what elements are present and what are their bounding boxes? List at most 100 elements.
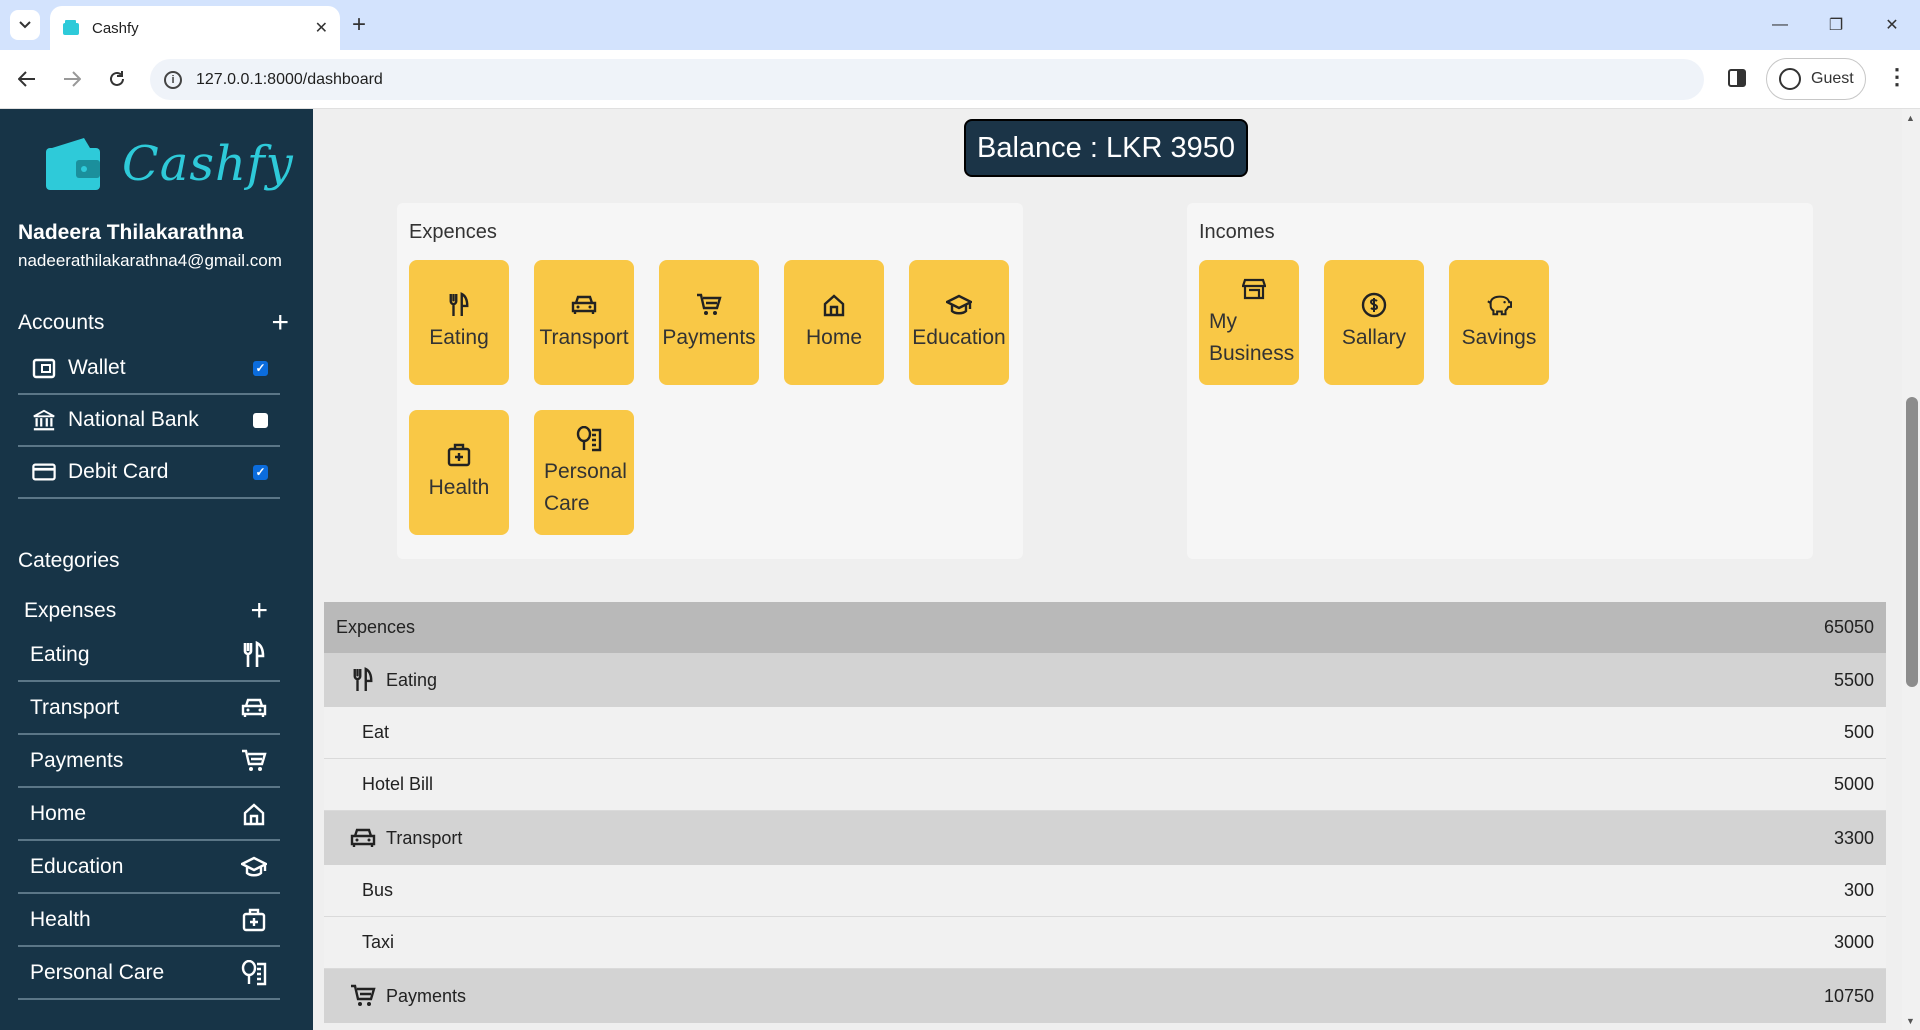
add-expense-category-icon[interactable]: + <box>250 596 268 626</box>
scroll-up-icon[interactable]: ▲ <box>1906 113 1915 123</box>
tile-label: Eating <box>429 325 489 349</box>
add-account-icon[interactable]: + <box>271 308 289 338</box>
group-label: Eating <box>386 669 438 690</box>
categories-heading: Categories <box>18 549 120 572</box>
group-label: Payments <box>386 985 467 1006</box>
accounts-header: Accounts + <box>18 308 295 338</box>
profile-button[interactable]: Guest <box>1766 58 1866 100</box>
main-content: Balance : LKR 3950 Expences Eating Trans… <box>313 109 1920 1030</box>
tile-sallary[interactable]: Sallary <box>1324 260 1424 385</box>
tile-savings[interactable]: Savings <box>1449 260 1549 385</box>
category-label: Education <box>30 854 124 878</box>
home-icon <box>240 800 268 828</box>
forward-button[interactable] <box>59 66 85 92</box>
sidebar-item-education[interactable]: Education <box>18 841 280 894</box>
account-item-debit-card[interactable]: Debit Card <box>18 447 280 499</box>
personal-care-icon <box>576 425 602 452</box>
tile-label: My Business <box>1209 309 1295 365</box>
item-value: 3000 <box>1833 932 1874 952</box>
medical-kit-icon <box>446 442 472 468</box>
sidebar-item-personal-care[interactable]: Personal Care <box>18 947 280 1000</box>
address-bar[interactable]: i 127.0.0.1:8000/dashboard <box>150 59 1704 100</box>
scroll-down-icon[interactable]: ▼ <box>1906 1016 1915 1026</box>
browser-menu-icon[interactable]: ⋮ <box>1886 64 1908 90</box>
sidebar-item-eating[interactable]: Eating <box>18 629 280 682</box>
table-row[interactable]: Bus 300 <box>324 865 1886 917</box>
browser-tab-strip: Cashfy ✕ + — ❐ ✕ <box>0 0 1920 50</box>
tab-search-button[interactable] <box>10 10 40 40</box>
tile-transport[interactable]: Transport <box>534 260 634 385</box>
expences-panel-title: Expences <box>409 221 497 243</box>
tile-label: Sallary <box>1341 325 1407 349</box>
sidebar-item-health[interactable]: Health <box>18 894 280 947</box>
user-name: Nadeera Thilakarathna <box>18 221 244 244</box>
balance-display: Balance : LKR 3950 <box>964 119 1248 177</box>
graduation-cap-icon <box>240 853 268 881</box>
tile-label: Health <box>428 475 490 499</box>
table-row-group-payments[interactable]: Payments 10750 <box>324 969 1886 1023</box>
tile-health[interactable]: Health <box>409 410 509 535</box>
group-value: 5500 <box>1833 669 1874 690</box>
item-label: Eat <box>362 722 390 742</box>
item-value: 5000 <box>1833 774 1874 794</box>
table-row-group-eating[interactable]: Eating 5500 <box>324 653 1886 707</box>
expenses-header: Expenses + <box>18 596 280 626</box>
utensils-icon <box>446 291 472 318</box>
tile-payments[interactable]: Payments <box>659 260 759 385</box>
profile-avatar-icon <box>1779 68 1801 90</box>
cart-icon <box>350 983 376 1009</box>
browser-tab[interactable]: Cashfy ✕ <box>50 6 340 50</box>
category-label: Eating <box>30 642 90 666</box>
tile-eating[interactable]: Eating <box>409 260 509 385</box>
table-row-group-transport[interactable]: Transport 3300 <box>324 811 1886 865</box>
table-row[interactable]: Hotel Bill 5000 <box>324 759 1886 811</box>
main-scrollbar[interactable]: ▲ ▼ <box>1902 109 1920 1030</box>
bank-icon <box>32 408 56 432</box>
app-logo[interactable]: Cashfy <box>18 109 295 219</box>
account-checkbox[interactable] <box>253 360 268 376</box>
account-checkbox[interactable] <box>253 412 268 428</box>
account-item-national-bank[interactable]: National Bank <box>18 395 280 447</box>
side-panel-icon[interactable] <box>1728 69 1746 87</box>
graduation-cap-icon <box>946 292 972 318</box>
car-icon <box>240 694 268 722</box>
tile-label: Home <box>805 325 863 349</box>
tile-home[interactable]: Home <box>784 260 884 385</box>
new-tab-button[interactable]: + <box>352 12 366 38</box>
item-value: 500 <box>1843 722 1874 742</box>
logo-text: Cashfy <box>122 136 294 192</box>
wallet-icon <box>32 356 56 380</box>
sidebar-item-payments[interactable]: Payments <box>18 735 280 788</box>
minimize-icon[interactable]: — <box>1752 0 1808 50</box>
sidebar-item-home[interactable]: Home <box>18 788 280 841</box>
table-row[interactable]: Taxi 3000 <box>324 917 1886 969</box>
account-label: Wallet <box>68 356 126 379</box>
scrollbar-thumb[interactable] <box>1906 397 1918 687</box>
expenses-heading: Expenses <box>24 599 117 622</box>
close-window-icon[interactable]: ✕ <box>1864 0 1920 50</box>
total-value: 65050 <box>1823 617 1874 637</box>
browser-toolbar: i 127.0.0.1:8000/dashboard Guest ⋮ <box>0 50 1920 109</box>
account-checkbox[interactable] <box>253 464 268 480</box>
account-label: Debit Card <box>68 460 169 483</box>
account-item-wallet[interactable]: Wallet <box>18 343 280 395</box>
income-tiles: My Business Sallary Savings <box>1199 260 1819 385</box>
close-tab-icon[interactable]: ✕ <box>315 18 328 38</box>
cart-icon <box>696 292 722 318</box>
tile-personal-care[interactable]: Personal Care <box>534 410 634 535</box>
store-icon <box>1241 276 1267 302</box>
restore-icon[interactable]: ❐ <box>1808 0 1864 50</box>
card-icon <box>32 460 56 484</box>
car-icon <box>350 825 376 851</box>
tile-education[interactable]: Education <box>909 260 1009 385</box>
wallet-logo-icon <box>46 138 100 190</box>
accounts-heading: Accounts <box>18 311 105 334</box>
sidebar-item-transport[interactable]: Transport <box>18 682 280 735</box>
expense-summary-table: Expences 65050 Eating 5500 Eat 500 Hotel… <box>324 602 1886 1023</box>
site-info-icon[interactable]: i <box>164 70 182 89</box>
back-button[interactable] <box>14 66 40 92</box>
tile-my-business[interactable]: My Business <box>1199 260 1299 385</box>
reload-button[interactable] <box>104 66 130 92</box>
group-value: 10750 <box>1823 985 1874 1006</box>
table-row[interactable]: Eat 500 <box>324 707 1886 759</box>
